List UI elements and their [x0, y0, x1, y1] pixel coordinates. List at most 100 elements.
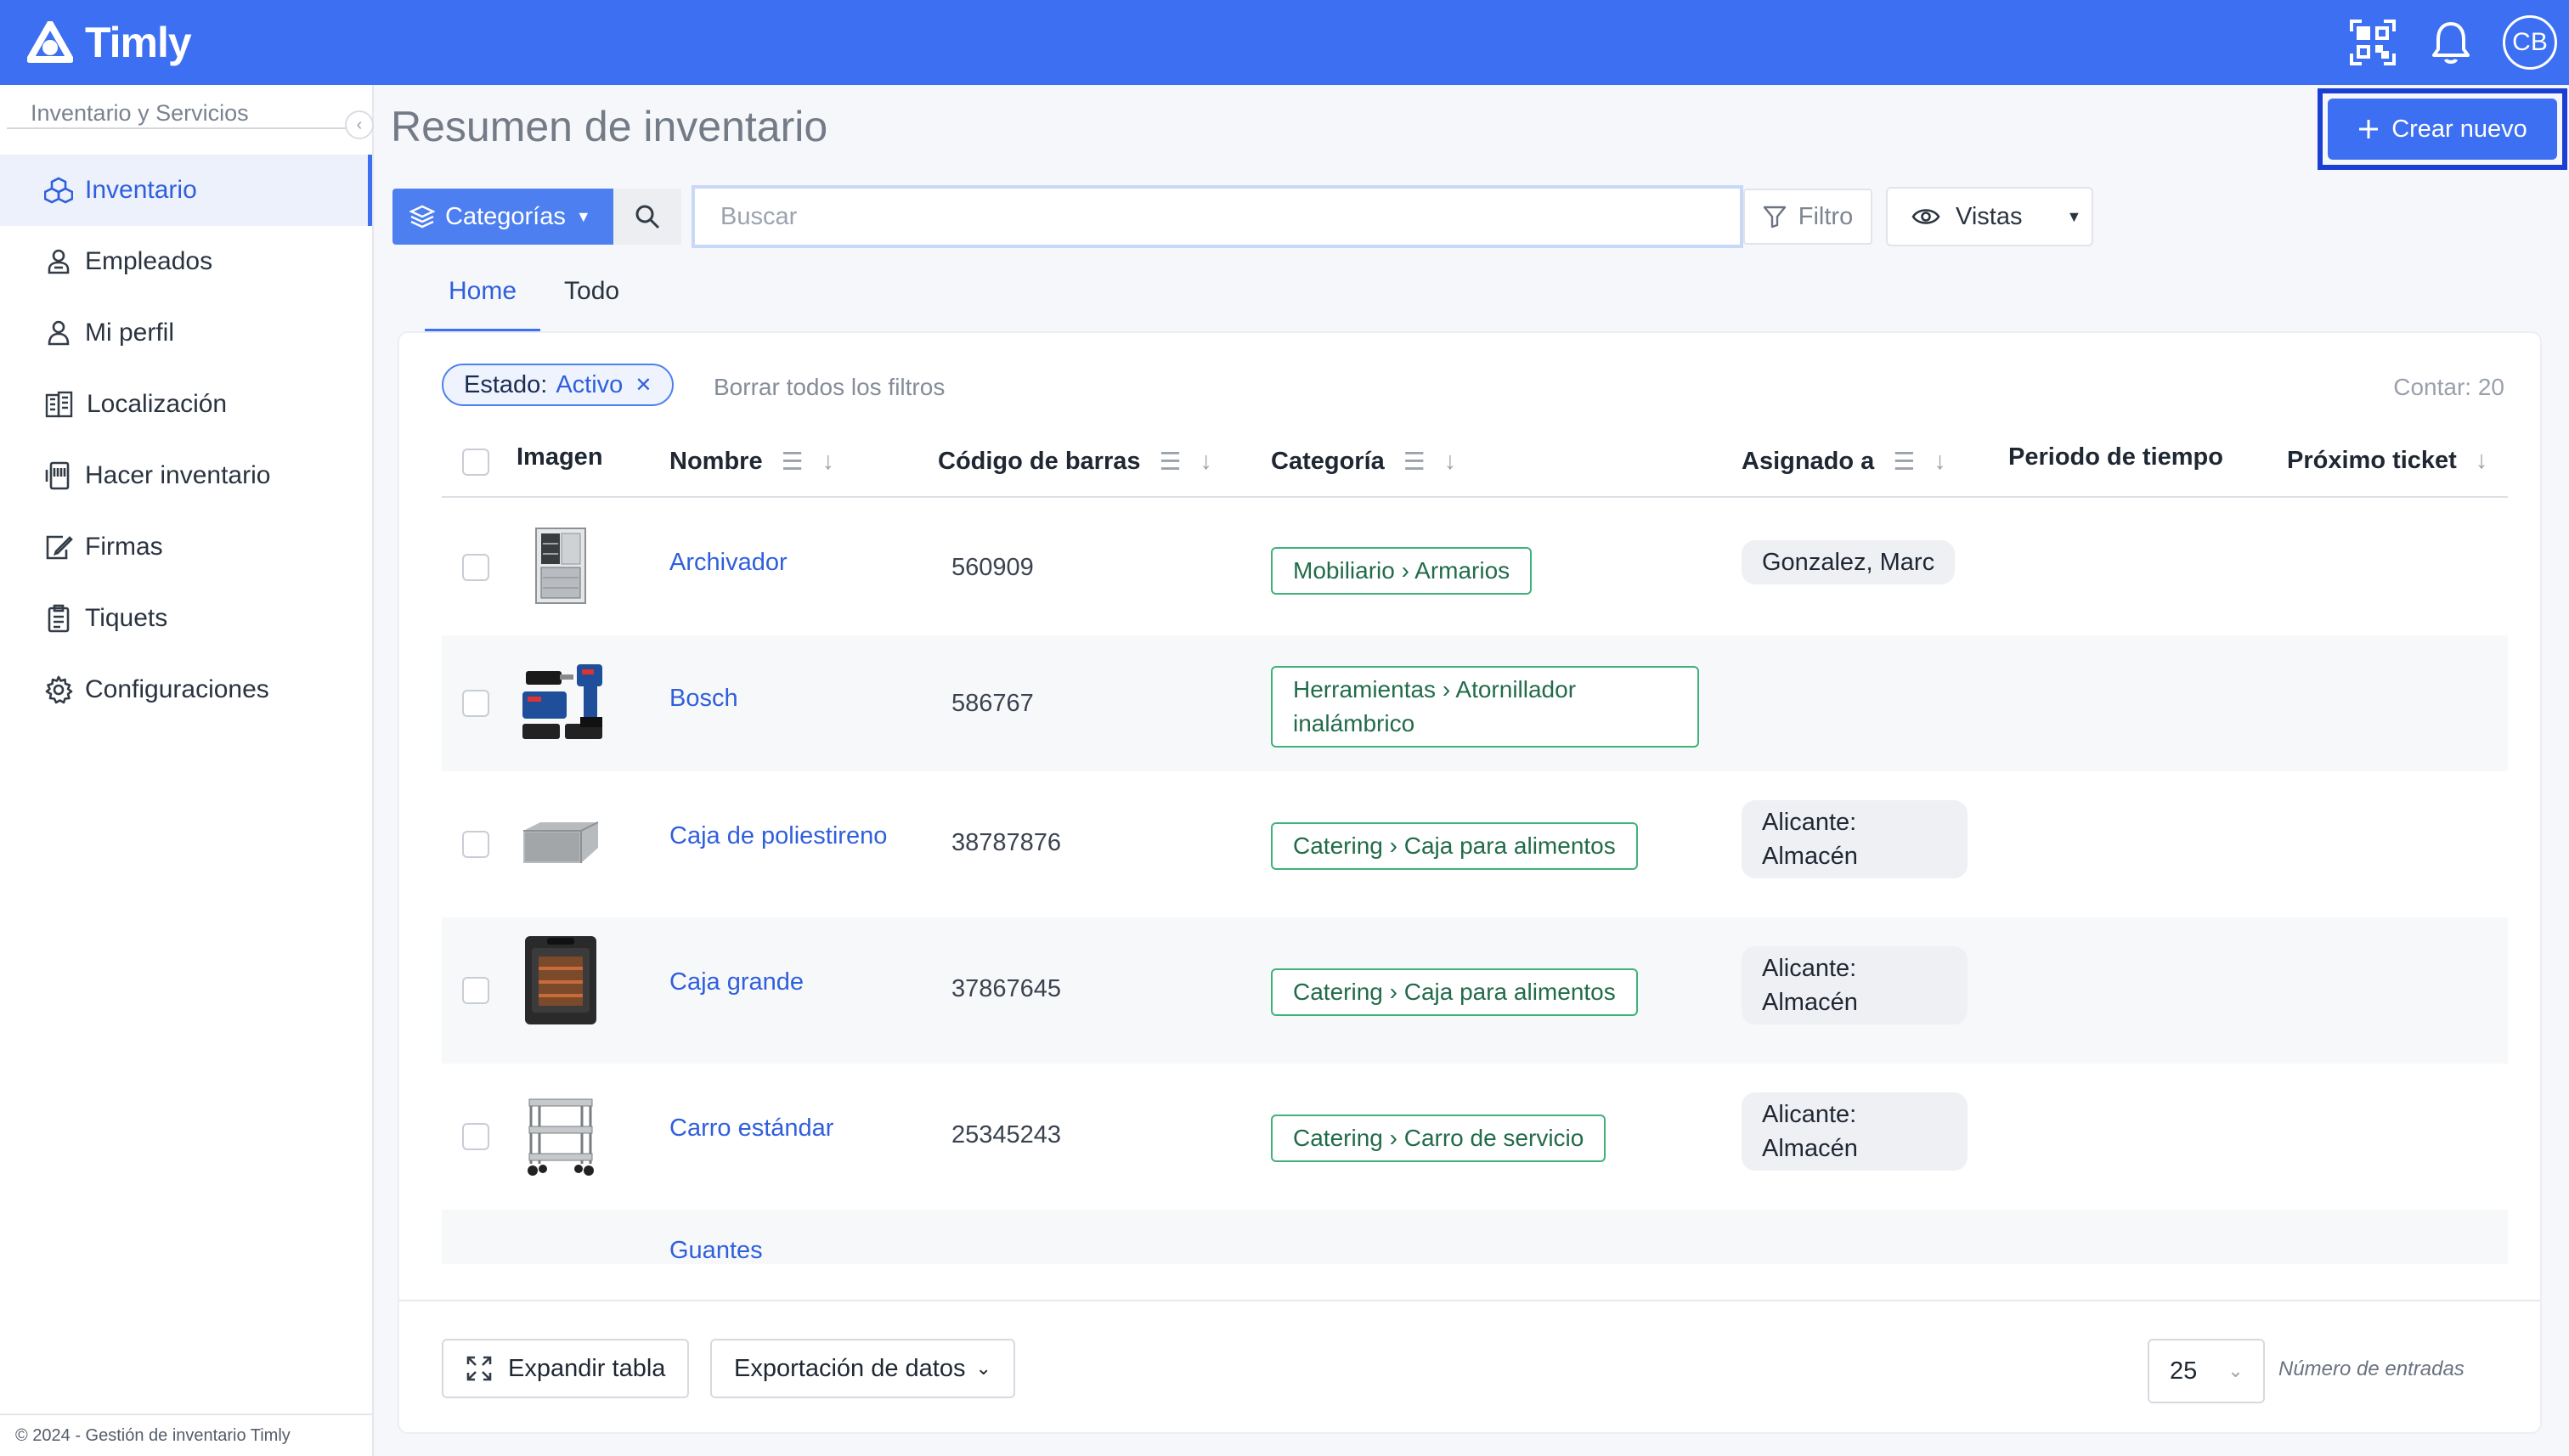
table-row[interactable]: Caja de poliestireno 38787876 Catering ›…: [442, 771, 2508, 917]
entries-per-page-label: Número de entradas: [2278, 1357, 2465, 1380]
categories-dropdown-button[interactable]: Categorías ▼: [392, 189, 613, 245]
page-title: Resumen de inventario: [391, 103, 828, 150]
sidebar-item-localizacion[interactable]: Localización: [0, 369, 372, 440]
assigned-badge[interactable]: Alicante: Almacén: [1742, 946, 1968, 1024]
row-checkbox[interactable]: [462, 977, 489, 1004]
assigned-badge[interactable]: Gonzalez, Marc: [1742, 540, 1956, 584]
notifications-bell-icon[interactable]: [2425, 16, 2477, 69]
tab-home[interactable]: Home: [425, 270, 541, 331]
active-filter-chip[interactable]: Estado: Activo ✕: [442, 364, 675, 406]
column-label: Asignado a: [1742, 448, 1875, 475]
clear-all-filters-link[interactable]: Borrar todos los filtros: [714, 374, 945, 401]
drill-image: [517, 661, 610, 742]
views-label: Vistas: [1956, 202, 2023, 230]
sidebar-item-firmas[interactable]: Firmas: [0, 511, 372, 583]
search-toolbar: Categorías ▼ Filtro Vistas ▼: [391, 185, 2552, 248]
layers-icon: [409, 205, 435, 229]
barcode-value: 25345243: [951, 1121, 1062, 1148]
plus-icon: [2359, 120, 2379, 138]
barcode-value: 586767: [951, 690, 1034, 717]
timly-logo[interactable]: Timly: [27, 18, 192, 67]
item-name-link[interactable]: Guantes: [669, 1237, 763, 1264]
search-icon[interactable]: [613, 189, 681, 245]
user-avatar[interactable]: CB: [2503, 15, 2557, 70]
table-row[interactable]: Bosch 586767 Herramientas › Atornillador…: [442, 635, 2508, 771]
item-name-link[interactable]: Caja grande: [669, 968, 804, 996]
assigned-badge[interactable]: Alicante: Almacén: [1742, 800, 1968, 878]
filter-lines-icon[interactable]: ☰: [1893, 447, 1915, 477]
sidebar-item-label: Hacer inventario: [85, 461, 271, 489]
table-row[interactable]: Caja grande 37867645 Catering › Caja par…: [442, 917, 2508, 1064]
sidebar-item-hacer-inventario[interactable]: Hacer inventario: [0, 440, 372, 511]
sort-arrow-icon[interactable]: ↓: [1934, 448, 1946, 476]
category-badge[interactable]: Catering › Caja para alimentos: [1271, 822, 1638, 870]
item-name-link[interactable]: Carro estándar: [669, 1115, 833, 1143]
select-all-checkbox[interactable]: [462, 449, 489, 476]
table-row[interactable]: Archivador 560909 Mobiliario › Armarios …: [442, 499, 2508, 635]
app-name: Timly: [85, 19, 192, 66]
filter-lines-icon[interactable]: ☰: [782, 447, 804, 477]
sidebar-item-inventario[interactable]: Inventario: [0, 155, 372, 226]
sort-arrow-icon[interactable]: ↓: [1444, 448, 1457, 476]
sort-arrow-icon[interactable]: ↓: [2476, 447, 2488, 475]
item-name-link[interactable]: Bosch: [669, 685, 738, 713]
remove-filter-icon[interactable]: ✕: [635, 373, 652, 398]
entries-per-page-select[interactable]: 25 ⌄: [2148, 1339, 2265, 1403]
category-badge[interactable]: Catering › Carro de servicio: [1271, 1115, 1606, 1162]
column-header-name[interactable]: Nombre ☰ ↓: [669, 447, 834, 477]
sidebar-item-mi-perfil[interactable]: Mi perfil: [0, 297, 372, 369]
caret-down-icon: ▼: [2066, 207, 2082, 225]
column-header-assigned[interactable]: Asignado a ☰ ↓: [1742, 447, 1946, 477]
tab-todo[interactable]: Todo: [540, 270, 643, 331]
sidebar-section-title: Inventario y Servicios ‹: [7, 85, 374, 139]
collapse-sidebar-icon[interactable]: ‹: [345, 110, 374, 139]
item-name-link[interactable]: Archivador: [669, 549, 788, 577]
sidebar-item-empleados[interactable]: Empleados: [0, 226, 372, 297]
category-badge[interactable]: Mobiliario › Armarios: [1271, 547, 1533, 595]
views-dropdown-button[interactable]: Vistas ▼: [1886, 187, 2093, 246]
sidebar: Inventario y Servicios ‹ Inventario Empl…: [0, 85, 374, 1456]
row-checkbox[interactable]: [462, 1123, 489, 1150]
assigned-badge[interactable]: Alicante: Almacén: [1742, 1092, 1968, 1171]
column-label: Nombre: [669, 448, 763, 475]
styrofoam-box-image: [518, 802, 603, 883]
column-header-period[interactable]: Periodo de tiempo: [2008, 443, 2223, 471]
column-label: Imagen: [517, 443, 603, 471]
card-footer-divider: [399, 1300, 2540, 1301]
row-checkbox[interactable]: [462, 554, 489, 581]
category-badge[interactable]: Herramientas › Atornillador inalámbrico: [1271, 666, 1699, 748]
sort-arrow-icon[interactable]: ↓: [822, 448, 835, 476]
create-new-button[interactable]: Crear nuevo: [2328, 99, 2557, 160]
export-data-dropdown[interactable]: Exportación de datos ⌄: [710, 1339, 1015, 1398]
sidebar-item-label: Firmas: [85, 533, 163, 561]
column-header-category[interactable]: Categoría ☰ ↓: [1271, 447, 1456, 477]
column-header-barcode[interactable]: Código de barras ☰ ↓: [938, 447, 1212, 477]
filter-lines-icon[interactable]: ☰: [1160, 447, 1182, 477]
item-name-link[interactable]: Caja de poliestireno: [669, 822, 887, 850]
scanner-icon: [45, 461, 70, 490]
sidebar-item-configuraciones[interactable]: Configuraciones: [0, 654, 372, 725]
filter-button[interactable]: Filtro: [1743, 189, 1872, 245]
export-data-label: Exportación de datos: [734, 1354, 966, 1382]
row-checkbox[interactable]: [462, 690, 489, 717]
clipboard-icon: [48, 604, 70, 633]
category-badge[interactable]: Catering › Caja para alimentos: [1271, 968, 1638, 1016]
caret-down-icon: ▼: [575, 207, 591, 225]
column-header-next-ticket[interactable]: Próximo ticket ↓: [2287, 447, 2487, 475]
qr-code-icon[interactable]: [2346, 16, 2399, 69]
categories-label: Categorías: [445, 202, 566, 230]
barcode-value: 37867645: [951, 975, 1062, 1002]
row-checkbox[interactable]: [462, 831, 489, 858]
table-row[interactable]: Carro estándar 25345243 Catering › Carro…: [442, 1064, 2508, 1210]
sort-arrow-icon[interactable]: ↓: [1200, 448, 1213, 476]
table-row[interactable]: Guantes: [442, 1210, 2508, 1264]
create-new-focus-ring: Crear nuevo: [2318, 88, 2567, 170]
copyright-text: © 2024 - Gestión de inventario Timly: [15, 1426, 291, 1445]
filter-lines-icon[interactable]: ☰: [1403, 447, 1426, 477]
expand-table-button[interactable]: Expandir tabla: [442, 1339, 690, 1398]
column-header-image: Imagen: [517, 443, 603, 471]
search-input[interactable]: [692, 185, 1743, 248]
sidebar-item-tiquets[interactable]: Tiquets: [0, 583, 372, 654]
sidebar-item-label: Empleados: [85, 247, 213, 275]
cart-image: [518, 1094, 603, 1176]
